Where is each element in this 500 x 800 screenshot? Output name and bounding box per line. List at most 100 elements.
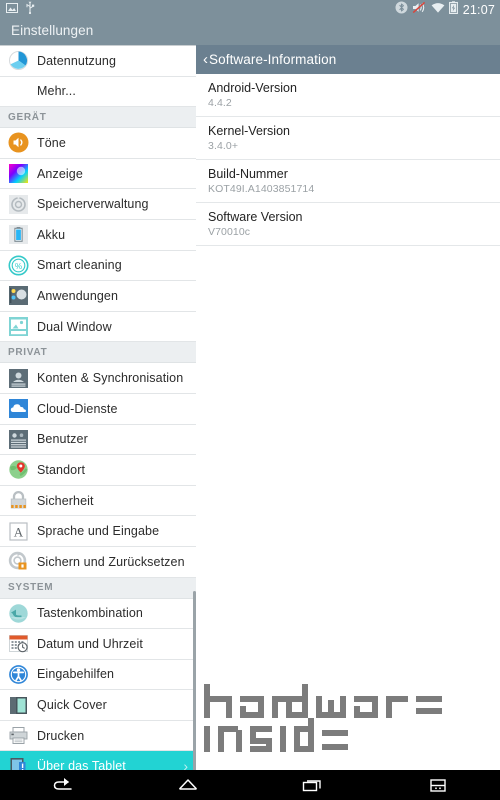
display-icon xyxy=(8,163,29,184)
battery-icon xyxy=(8,224,29,245)
sidebar-item-label: Standort xyxy=(37,462,86,477)
sidebar-item-label: Konten & Synchronisation xyxy=(37,371,184,386)
sidebar-item-akku[interactable]: Akku xyxy=(0,219,196,251)
sidebar-item-standort[interactable]: Standort xyxy=(0,455,196,486)
sidebar-section-header: GERÄT xyxy=(0,107,196,129)
content-title: Software-Information xyxy=(209,52,337,67)
watermark xyxy=(202,682,492,762)
sidebar-item-label: Tastenkombination xyxy=(37,606,143,621)
sidebar-item-konten-synchronisation[interactable]: Konten & Synchronisation xyxy=(0,363,196,394)
shortcut-key-icon xyxy=(8,603,29,624)
sidebar-item-label: Anzeige xyxy=(37,166,83,181)
info-row-value: 3.4.0+ xyxy=(208,140,239,152)
info-row[interactable]: Software Version V70010c xyxy=(196,203,500,246)
sidebar-item-label: Smart cleaning xyxy=(37,258,122,273)
sidebar-item-eingabehilfen[interactable]: Eingabehilfen xyxy=(0,659,196,691)
sidebar-item-drucken[interactable]: Drucken xyxy=(0,720,196,752)
sidebar-item-label: Sprache und Eingabe xyxy=(37,524,160,539)
info-row-title: Software Version xyxy=(208,210,303,224)
sidebar-item-dual-window[interactable]: Dual Window xyxy=(0,311,196,343)
bluetooth-off-icon xyxy=(395,1,408,19)
info-row[interactable]: Build-Nummer KOT49I.A1403851714 xyxy=(196,160,500,203)
accessibility-icon xyxy=(8,664,29,685)
system-navigation-bar[interactable] xyxy=(0,770,500,800)
accounts-icon xyxy=(8,368,29,389)
sidebar-item-anwendungen[interactable]: Anwendungen xyxy=(0,281,196,312)
status-bar-right-icons: 21:07 xyxy=(395,1,495,19)
backup-reset-icon xyxy=(8,551,29,572)
language-icon: A xyxy=(8,521,29,542)
content-header[interactable]: ‹ Software-Information xyxy=(196,45,500,74)
info-row[interactable]: Kernel-Version 3.4.0+ xyxy=(196,117,500,160)
sidebar-item-label: Sichern und Zurücksetzen xyxy=(37,554,185,569)
back-nav-icon[interactable] xyxy=(0,770,125,800)
sidebar-item-benutzer[interactable]: Benutzer xyxy=(0,424,196,456)
data-usage-icon xyxy=(8,50,29,71)
info-row[interactable]: Android-Version 4.4.2 xyxy=(196,74,500,117)
sidebar-item-tastenkombination[interactable]: Tastenkombination xyxy=(0,598,196,630)
page-title: Einstellungen xyxy=(11,23,94,38)
dual-window-icon xyxy=(8,316,29,337)
info-row-title: Build-Nummer xyxy=(208,167,288,181)
sidebar-item-sicherheit[interactable]: Sicherheit xyxy=(0,485,196,517)
location-icon xyxy=(8,459,29,480)
status-bar-left-icons xyxy=(6,1,35,19)
apps-icon xyxy=(8,285,29,306)
sidebar-item-label: Datum und Uhrzeit xyxy=(37,636,143,651)
cloud-icon xyxy=(8,398,29,419)
sidebar-item-speicherverwaltung[interactable]: Speicherverwaltung xyxy=(0,189,196,220)
sidebar-item-datennutzung[interactable]: Datennutzung xyxy=(0,46,196,77)
svg-text:A: A xyxy=(14,524,24,539)
sidebar-item-label: Cloud-Dienste xyxy=(37,401,118,416)
back-chevron-icon[interactable]: ‹ xyxy=(203,52,208,67)
users-icon xyxy=(8,429,29,450)
none xyxy=(8,81,29,102)
sidebar-item-quick-cover[interactable]: Quick Cover xyxy=(0,690,196,721)
recents-nav-icon[interactable] xyxy=(250,770,375,800)
sidebar-item-label: Eingabehilfen xyxy=(37,667,115,682)
sidebar-item-label: Benutzer xyxy=(37,432,88,447)
watermark-hardware-inside-icon xyxy=(204,684,442,752)
settings-sidebar[interactable]: Datennutzung Mehr... GERÄT Töne Anzeige Speic… xyxy=(0,45,196,770)
sidebar-item-label: Mehr... xyxy=(37,84,76,99)
quick-cover-icon xyxy=(8,695,29,716)
about-tablet-icon xyxy=(8,756,29,770)
sidebar-section-header: PRIVAT xyxy=(0,342,196,364)
sidebar-item-sichern-und-zurucksetzen[interactable]: Sichern und Zurücksetzen xyxy=(0,546,196,578)
sidebar-item-label: Dual Window xyxy=(37,319,112,334)
home-nav-icon[interactable] xyxy=(125,770,250,800)
usb-icon xyxy=(25,1,35,19)
smart-cleaning-icon: % xyxy=(8,255,29,276)
tablet-screen: 21:07 Einstellungen Datennutzung Mehr... G… xyxy=(0,0,500,800)
sidebar-item-label: Akku xyxy=(37,227,66,242)
sidebar-item-uber-das-tablet[interactable]: Über das Tablet › xyxy=(0,751,196,770)
sidebar-item-sprache-und-eingabe[interactable]: A Sprache und Eingabe xyxy=(0,516,196,547)
sound-icon xyxy=(8,132,29,153)
sidebar-item-mehr[interactable]: Mehr... xyxy=(0,76,196,108)
sidebar-item-label: Anwendungen xyxy=(37,288,119,303)
app-title-bar: Einstellungen xyxy=(0,20,500,45)
sidebar-item-cloud-dienste[interactable]: Cloud-Dienste xyxy=(0,393,196,425)
content-panel: ‹ Software-Information Android-Version 4.… xyxy=(196,45,500,770)
sidebar-item-datum-und-uhrzeit[interactable]: Datum und Uhrzeit xyxy=(0,629,196,660)
sidebar-item-label: Quick Cover xyxy=(37,698,107,713)
info-row-value: V70010c xyxy=(208,226,251,238)
sidebar-item-anzeige[interactable]: Anzeige xyxy=(0,158,196,190)
sidebar-item-smart-cleaning[interactable]: % Smart cleaning xyxy=(0,250,196,282)
sidebar-item-label: Datennutzung xyxy=(37,53,117,68)
sidebar-section-header: SYSTEM xyxy=(0,577,196,599)
volume-mute-icon xyxy=(412,1,427,19)
wifi-icon xyxy=(431,1,445,19)
battery-charging-icon xyxy=(448,1,458,19)
sidebar-list: Datennutzung Mehr... GERÄT Töne Anzeige Speic… xyxy=(0,46,196,770)
info-row-value: KOT49I.A1403851714 xyxy=(208,183,315,195)
info-row-title: Android-Version xyxy=(208,81,297,95)
chevron-right-icon: › xyxy=(183,758,188,770)
date-time-icon xyxy=(8,633,29,654)
info-row-value: 4.4.2 xyxy=(208,97,232,109)
sidebar-item-label: Sicherheit xyxy=(37,493,94,508)
dual-window-nav-icon[interactable] xyxy=(375,770,500,800)
status-bar[interactable]: 21:07 xyxy=(0,0,500,20)
status-bar-clock: 21:07 xyxy=(462,3,495,17)
sidebar-item-tone[interactable]: Töne xyxy=(0,128,196,159)
